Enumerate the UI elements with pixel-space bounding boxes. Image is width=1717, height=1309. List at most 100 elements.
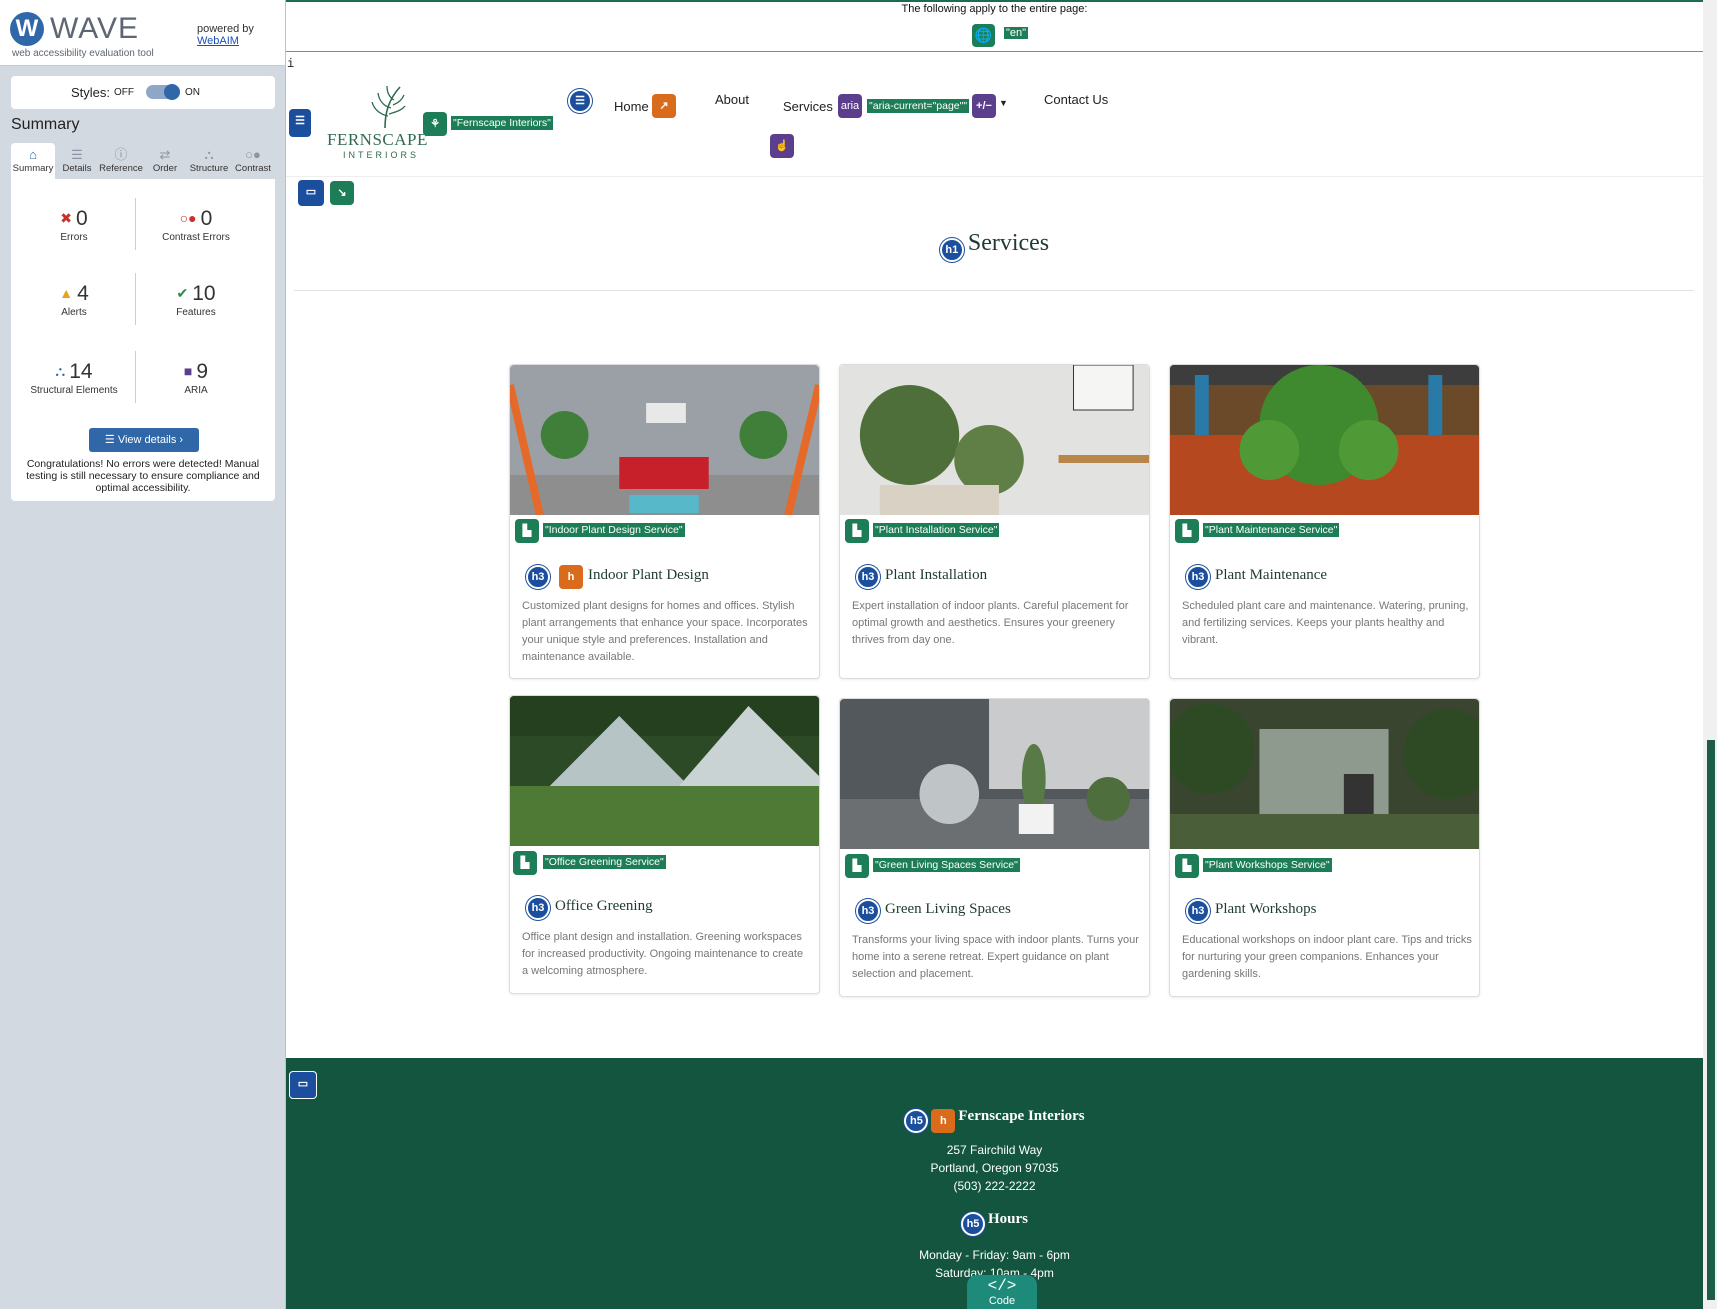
wave-header: W WAVE web accessibility evaluation tool…: [0, 0, 285, 66]
tab-label: Details: [62, 163, 92, 174]
tab-summary[interactable]: ⌂ Summary: [11, 143, 55, 179]
wave-subtitle: web accessibility evaluation tool: [12, 48, 154, 59]
aria-expanded-icon[interactable]: +/−: [972, 94, 996, 118]
scrollbar-thumb[interactable]: [1707, 740, 1715, 1300]
view-details-button[interactable]: ☰ View details ›: [89, 428, 199, 452]
fern-logo-icon[interactable]: [364, 84, 406, 130]
footer-address-line1: 257 Fairchild Way: [946, 1143, 1043, 1157]
service-title: Plant Installation: [885, 567, 988, 583]
heading-alert-icon[interactable]: h: [559, 565, 583, 589]
image-alt-tag: "Plant Installation Service": [873, 523, 1000, 537]
header-divider: [286, 176, 1703, 177]
h3-icon[interactable]: h3: [1186, 899, 1210, 923]
dropdown-caret-icon[interactable]: ▼: [999, 98, 1008, 108]
evaluated-page: The following apply to the entire page: …: [286, 0, 1703, 1309]
skip-link-icon[interactable]: ↘: [330, 181, 354, 205]
stat-features[interactable]: ✔ 10 Features: [136, 282, 256, 318]
features-label: Features: [176, 307, 216, 318]
structure-icon: ⛬: [204, 147, 214, 162]
service-card[interactable]: ▙ "Plant Maintenance Service" h3 Plant M…: [1169, 364, 1480, 679]
h3-icon[interactable]: h3: [856, 565, 880, 589]
congrats-message: Congratulations! No errors were detected…: [26, 458, 260, 494]
tab-reference[interactable]: ⓘ Reference: [99, 143, 143, 179]
wave-tabs: ⌂ Summary ☰ Details ⓘ Reference ⇄ Order ⛬ Str…: [11, 143, 275, 179]
heading-alert-icon[interactable]: h: [931, 1109, 956, 1133]
footer-landmark-icon[interactable]: ▭: [289, 1071, 317, 1099]
alt-text-icon[interactable]: ▙: [1175, 519, 1199, 543]
nav-about[interactable]: About: [715, 92, 749, 107]
tab-label: Order: [152, 163, 178, 174]
feature-check-icon: ✔: [176, 285, 189, 301]
nav-services[interactable]: Services: [783, 99, 833, 114]
tab-order[interactable]: ⇄ Order: [143, 143, 187, 179]
tab-details[interactable]: ☰ Details: [55, 143, 99, 179]
list-icon: ☰: [71, 147, 83, 162]
aria-label: ARIA: [184, 385, 208, 396]
styles-toggle[interactable]: [146, 84, 180, 100]
heading-divider: [294, 290, 1694, 291]
language-icon[interactable]: 🌐: [972, 24, 995, 47]
aria-icon[interactable]: aria: [838, 94, 862, 118]
code-toggle-button[interactable]: </> Code: [967, 1275, 1037, 1309]
scrollbar[interactable]: [1703, 0, 1717, 1309]
stat-errors[interactable]: ✖ 0 Errors: [14, 207, 134, 243]
h3-icon[interactable]: h3: [526, 896, 550, 920]
h1-icon[interactable]: h1: [939, 238, 964, 262]
redundant-link-alert-icon[interactable]: ↗: [652, 94, 676, 118]
alt-text-icon[interactable]: ▙: [845, 854, 869, 878]
contrast-count: 0: [200, 207, 213, 230]
hours-weekdays: Monday - Friday: 9am - 6pm: [919, 1248, 1070, 1262]
alt-text-icon[interactable]: ▙: [515, 519, 539, 543]
service-description: Transforms your living space with indoor…: [852, 934, 1139, 980]
tab-contrast[interactable]: ○● Contrast: [231, 143, 275, 179]
tab-structure[interactable]: ⛬ Structure: [187, 143, 231, 179]
service-card[interactable]: ▙ "Office Greening Service" h3 Office Gr…: [509, 695, 820, 994]
nav-home[interactable]: Home: [614, 99, 649, 114]
h3-icon[interactable]: h3: [1186, 565, 1210, 589]
service-description: Customized plant designs for homes and o…: [522, 600, 808, 663]
h5-icon[interactable]: h5: [904, 1109, 929, 1133]
company-name: Fernscape Interiors: [958, 1108, 1085, 1124]
h3-icon[interactable]: h3: [526, 565, 550, 589]
service-card[interactable]: ▙ "Plant Workshops Service" h3 Plant Wor…: [1165, 698, 1493, 997]
footer-company: h5 h Fernscape Interiors: [286, 1108, 1703, 1133]
service-image: [506, 365, 823, 516]
alt-text-icon[interactable]: ⚘: [423, 112, 447, 136]
service-description: Scheduled plant care and maintenance. Wa…: [1182, 600, 1469, 646]
toggle-knob: [164, 84, 180, 100]
image-alt-tag: "Green Living Spaces Service": [873, 858, 1020, 872]
aria-current-tag: "aria-current="page"": [867, 99, 970, 113]
stat-aria[interactable]: ■ 9 ARIA: [136, 360, 256, 396]
summary-panel: ✖ 0 Errors ○● 0 Contrast Errors ▲ 4 Alerts …: [11, 179, 275, 501]
aria-menu-icon[interactable]: ☝: [770, 134, 794, 158]
service-title: Office Greening: [555, 898, 653, 914]
footer-hours-heading: h5 Hours: [286, 1211, 1703, 1236]
image-alt-tag: "Plant Maintenance Service": [1203, 523, 1340, 537]
h3-icon[interactable]: h3: [856, 899, 880, 923]
powered-by-text: powered by: [197, 23, 254, 35]
main-landmark-icon[interactable]: ▭: [298, 180, 324, 206]
header-landmark-icon[interactable]: ☰: [289, 109, 311, 137]
stat-contrast[interactable]: ○● 0 Contrast Errors: [136, 207, 256, 243]
errors-label: Errors: [60, 232, 88, 243]
service-description: Office plant design and installation. Gr…: [522, 931, 804, 977]
nav-contact[interactable]: Contact Us: [1044, 92, 1108, 107]
h5-icon[interactable]: h5: [960, 1212, 985, 1236]
service-description: Expert installation of indoor plants. Ca…: [852, 600, 1129, 646]
stat-structural[interactable]: ⛬ 14 Structural Elements: [14, 360, 134, 396]
structural-count: 14: [69, 360, 93, 383]
tab-label: Reference: [99, 163, 143, 174]
alt-text-icon[interactable]: ▙: [513, 851, 537, 875]
info-icon: ⓘ: [114, 147, 128, 162]
service-card[interactable]: ▙ "Plant Installation Service" h3 Plant …: [839, 364, 1150, 679]
webaim-link[interactable]: WebAIM: [197, 35, 254, 47]
service-card[interactable]: ▙ "Indoor Plant Design Service" h3 h Ind…: [506, 364, 823, 679]
list-structure-icon[interactable]: ☰: [568, 89, 592, 113]
alt-text-icon[interactable]: ▙: [845, 519, 869, 543]
wave-logo-icon: W: [10, 12, 44, 46]
site-footer: ▭ h5 h Fernscape Interiors 257 Fairchild W…: [286, 1058, 1703, 1309]
stat-alerts[interactable]: ▲ 4 Alerts: [14, 282, 134, 318]
alerts-count: 4: [77, 282, 89, 305]
alt-text-icon[interactable]: ▙: [1175, 854, 1199, 878]
service-card[interactable]: ▙ "Green Living Spaces Service" h3 Green…: [839, 698, 1150, 997]
